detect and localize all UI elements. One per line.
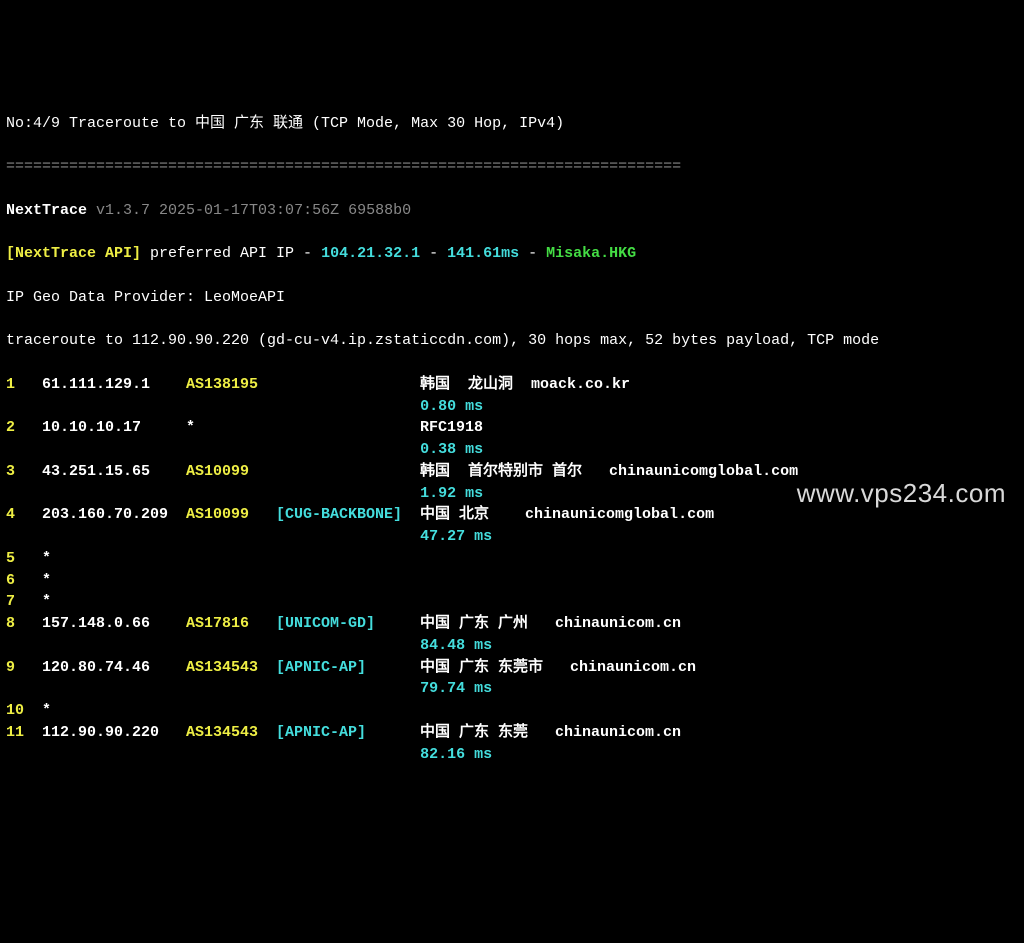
hop-latency-row: 82.16 ms [6, 744, 1018, 766]
separator-line: ========================================… [6, 156, 1018, 178]
hop-number: 1 [6, 374, 42, 396]
hop-latency: 0.38 ms [420, 441, 483, 458]
hop-tag: [UNICOM-GD] [276, 613, 420, 635]
hop-number: 9 [6, 657, 42, 679]
hop-latency: 0.80 ms [420, 398, 483, 415]
hop-row: 4203.160.70.209AS10099[CUG-BACKBONE]中国 北… [6, 504, 1018, 526]
hop-tag: [APNIC-AP] [276, 722, 420, 744]
hop-number: 7 [6, 591, 42, 613]
hop-ip: 203.160.70.209 [42, 504, 186, 526]
hop-ip: 10.10.10.17 [42, 417, 186, 439]
hop-location: 韩国 龙山洞 moack.co.kr [420, 374, 630, 396]
hop-row: 7* [6, 591, 1018, 613]
hop-location: 中国 广东 广州 chinaunicom.cn [420, 613, 681, 635]
api-host: Misaka.HKG [546, 245, 636, 262]
hop-asn: AS10099 [186, 504, 276, 526]
api-ip: 104.21.32.1 [321, 245, 420, 262]
api-latency: 141.61ms [447, 245, 519, 262]
hop-row: 10* [6, 700, 1018, 722]
hop-row: 343.251.15.65AS10099 韩国 首尔特别市 首尔 chinauni… [6, 461, 1018, 483]
hop-number: 4 [6, 504, 42, 526]
hop-ip: 43.251.15.65 [42, 461, 186, 483]
hop-latency: 79.74 ms [420, 680, 492, 697]
hop-number: 3 [6, 461, 42, 483]
hop-ip: 112.90.90.220 [42, 722, 186, 744]
program-name: NextTrace [6, 202, 87, 219]
hop-latency: 82.16 ms [420, 746, 492, 763]
hop-location: 中国 北京 chinaunicomglobal.com [420, 504, 714, 526]
hop-location: RFC1918 [420, 417, 483, 439]
api-label: [NextTrace API] [6, 245, 141, 262]
hop-ip: * [42, 700, 186, 722]
hop-row: 5* [6, 548, 1018, 570]
api-text: preferred API IP - [141, 245, 321, 262]
hop-number: 5 [6, 548, 42, 570]
hop-latency-row: 0.38 ms [6, 439, 1018, 461]
hop-ip: 157.148.0.66 [42, 613, 186, 635]
trace-line: traceroute to 112.90.90.220 (gd-cu-v4.ip… [6, 330, 1018, 352]
hop-latency-row: 1.92 ms [6, 483, 1018, 505]
api-line: [NextTrace API] preferred API IP - 104.2… [6, 243, 1018, 265]
hops-container: 161.111.129.1AS138195 韩国 龙山洞 moack.co.kr 0… [6, 374, 1018, 766]
hop-tag: [CUG-BACKBONE] [276, 504, 420, 526]
title-cn: 中国 广东 联通 [195, 115, 303, 132]
hop-number: 6 [6, 570, 42, 592]
hop-latency: 84.48 ms [420, 637, 492, 654]
hop-location: 中国 广东 东莞 chinaunicom.cn [420, 722, 681, 744]
hop-row: 6* [6, 570, 1018, 592]
title-suffix: (TCP Mode, Max 30 Hop, IPv4) [303, 115, 564, 132]
hop-number: 10 [6, 700, 42, 722]
hop-number: 8 [6, 613, 42, 635]
hop-latency-row: 47.27 ms [6, 526, 1018, 548]
terminal-output: No:4/9 Traceroute to 中国 广东 联通 (TCP Mode,… [6, 91, 1018, 787]
hop-row: 161.111.129.1AS138195 韩国 龙山洞 moack.co.kr [6, 374, 1018, 396]
hop-asn: AS134543 [186, 722, 276, 744]
hop-ip: * [42, 548, 186, 570]
hop-ip: 120.80.74.46 [42, 657, 186, 679]
hop-asn: AS134543 [186, 657, 276, 679]
hop-tag: [APNIC-AP] [276, 657, 420, 679]
hop-latency: 1.92 ms [420, 485, 483, 502]
hop-row: 9120.80.74.46AS134543[APNIC-AP]中国 广东 东莞市… [6, 657, 1018, 679]
hop-ip: * [42, 591, 186, 613]
hop-asn: AS138195 [186, 374, 276, 396]
hop-number: 11 [6, 722, 42, 744]
hop-row: 210.10.10.17* RFC1918 [6, 417, 1018, 439]
hop-row: 8157.148.0.66AS17816[UNICOM-GD]中国 广东 广州 … [6, 613, 1018, 635]
hop-row: 11112.90.90.220AS134543[APNIC-AP]中国 广东 东… [6, 722, 1018, 744]
hop-asn: * [186, 417, 276, 439]
hop-latency-row: 84.48 ms [6, 635, 1018, 657]
hop-ip: 61.111.129.1 [42, 374, 186, 396]
hop-asn: AS17816 [186, 613, 276, 635]
title-line: No:4/9 Traceroute to 中国 广东 联通 (TCP Mode,… [6, 113, 1018, 135]
title-prefix: No:4/9 Traceroute to [6, 115, 195, 132]
hop-asn: AS10099 [186, 461, 276, 483]
geo-provider-line: IP Geo Data Provider: LeoMoeAPI [6, 287, 1018, 309]
hop-location: 中国 广东 东莞市 chinaunicom.cn [420, 657, 696, 679]
hop-ip: * [42, 570, 186, 592]
hop-latency-row: 0.80 ms [6, 396, 1018, 418]
hop-latency-row: 79.74 ms [6, 678, 1018, 700]
program-version: v1.3.7 2025-01-17T03:07:56Z 69588b0 [96, 202, 411, 219]
hop-number: 2 [6, 417, 42, 439]
program-line: NextTrace v1.3.7 2025-01-17T03:07:56Z 69… [6, 200, 1018, 222]
hop-location: 韩国 首尔特别市 首尔 chinaunicomglobal.com [420, 461, 798, 483]
